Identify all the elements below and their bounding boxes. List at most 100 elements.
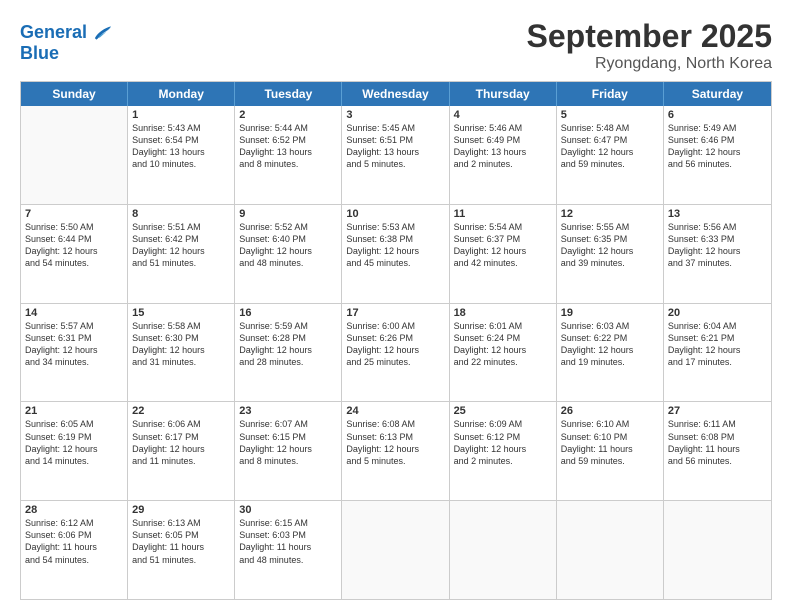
day-number: 13 xyxy=(668,208,767,220)
cell-l3: Daylight: 12 hours xyxy=(132,443,230,455)
cell-l2: Sunset: 6:22 PM xyxy=(561,332,659,344)
day-cell-7: 7Sunrise: 5:50 AMSunset: 6:44 PMDaylight… xyxy=(21,205,128,303)
header: General Blue September 2025 Ryongdang, N… xyxy=(20,18,772,73)
cell-l4: and 59 minutes. xyxy=(561,158,659,170)
logo-general: General xyxy=(20,22,87,42)
cell-l4: and 2 minutes. xyxy=(454,158,552,170)
header-day-wednesday: Wednesday xyxy=(342,82,449,106)
cell-l1: Sunrise: 5:50 AM xyxy=(25,221,123,233)
title-block: September 2025 Ryongdang, North Korea xyxy=(527,18,772,73)
cell-l2: Sunset: 6:37 PM xyxy=(454,233,552,245)
day-number: 4 xyxy=(454,109,552,121)
calendar-row-3: 21Sunrise: 6:05 AMSunset: 6:19 PMDayligh… xyxy=(21,402,771,501)
cell-l3: Daylight: 12 hours xyxy=(346,344,444,356)
cell-l2: Sunset: 6:17 PM xyxy=(132,431,230,443)
day-cell-28: 28Sunrise: 6:12 AMSunset: 6:06 PMDayligh… xyxy=(21,501,128,599)
cell-l1: Sunrise: 6:12 AM xyxy=(25,517,123,529)
cell-l1: Sunrise: 5:59 AM xyxy=(239,320,337,332)
cell-l4: and 28 minutes. xyxy=(239,356,337,368)
cell-l1: Sunrise: 5:58 AM xyxy=(132,320,230,332)
cell-l3: Daylight: 11 hours xyxy=(561,443,659,455)
cell-l2: Sunset: 6:52 PM xyxy=(239,134,337,146)
cell-l3: Daylight: 12 hours xyxy=(668,245,767,257)
cell-l2: Sunset: 6:15 PM xyxy=(239,431,337,443)
cell-l4: and 17 minutes. xyxy=(668,356,767,368)
cell-l3: Daylight: 12 hours xyxy=(239,344,337,356)
logo: General Blue xyxy=(20,22,111,64)
cell-l2: Sunset: 6:28 PM xyxy=(239,332,337,344)
cell-l1: Sunrise: 5:49 AM xyxy=(668,122,767,134)
day-cell-14: 14Sunrise: 5:57 AMSunset: 6:31 PMDayligh… xyxy=(21,304,128,402)
cell-l3: Daylight: 13 hours xyxy=(454,146,552,158)
cell-l1: Sunrise: 5:53 AM xyxy=(346,221,444,233)
day-cell-4: 4Sunrise: 5:46 AMSunset: 6:49 PMDaylight… xyxy=(450,106,557,204)
cell-l2: Sunset: 6:49 PM xyxy=(454,134,552,146)
cell-l4: and 37 minutes. xyxy=(668,257,767,269)
cell-l3: Daylight: 13 hours xyxy=(346,146,444,158)
cell-l3: Daylight: 12 hours xyxy=(132,245,230,257)
day-number: 2 xyxy=(239,109,337,121)
cell-l2: Sunset: 6:03 PM xyxy=(239,529,337,541)
cell-l1: Sunrise: 5:48 AM xyxy=(561,122,659,134)
logo-bird-icon xyxy=(89,22,111,44)
cell-l1: Sunrise: 6:08 AM xyxy=(346,418,444,430)
cell-l1: Sunrise: 5:44 AM xyxy=(239,122,337,134)
day-cell-9: 9Sunrise: 5:52 AMSunset: 6:40 PMDaylight… xyxy=(235,205,342,303)
cell-l1: Sunrise: 5:55 AM xyxy=(561,221,659,233)
day-number: 22 xyxy=(132,405,230,417)
day-number: 20 xyxy=(668,307,767,319)
cell-l2: Sunset: 6:38 PM xyxy=(346,233,444,245)
cell-l4: and 25 minutes. xyxy=(346,356,444,368)
cell-l1: Sunrise: 5:46 AM xyxy=(454,122,552,134)
cell-l3: Daylight: 12 hours xyxy=(561,344,659,356)
empty-cell xyxy=(21,106,128,204)
cell-l1: Sunrise: 6:10 AM xyxy=(561,418,659,430)
calendar-row-2: 14Sunrise: 5:57 AMSunset: 6:31 PMDayligh… xyxy=(21,304,771,403)
cell-l4: and 56 minutes. xyxy=(668,455,767,467)
day-number: 9 xyxy=(239,208,337,220)
cell-l2: Sunset: 6:05 PM xyxy=(132,529,230,541)
cell-l2: Sunset: 6:08 PM xyxy=(668,431,767,443)
header-day-tuesday: Tuesday xyxy=(235,82,342,106)
cell-l4: and 42 minutes. xyxy=(454,257,552,269)
cell-l1: Sunrise: 6:00 AM xyxy=(346,320,444,332)
empty-cell xyxy=(342,501,449,599)
cell-l3: Daylight: 12 hours xyxy=(25,344,123,356)
day-number: 28 xyxy=(25,504,123,516)
cell-l4: and 5 minutes. xyxy=(346,455,444,467)
cell-l4: and 48 minutes. xyxy=(239,554,337,566)
empty-cell xyxy=(450,501,557,599)
cell-l3: Daylight: 12 hours xyxy=(25,443,123,455)
cell-l4: and 2 minutes. xyxy=(454,455,552,467)
cell-l4: and 8 minutes. xyxy=(239,455,337,467)
page: General Blue September 2025 Ryongdang, N… xyxy=(0,0,792,612)
cell-l1: Sunrise: 6:01 AM xyxy=(454,320,552,332)
day-cell-19: 19Sunrise: 6:03 AMSunset: 6:22 PMDayligh… xyxy=(557,304,664,402)
cell-l1: Sunrise: 5:57 AM xyxy=(25,320,123,332)
day-number: 11 xyxy=(454,208,552,220)
cell-l3: Daylight: 12 hours xyxy=(668,146,767,158)
day-cell-24: 24Sunrise: 6:08 AMSunset: 6:13 PMDayligh… xyxy=(342,402,449,500)
cell-l3: Daylight: 12 hours xyxy=(454,344,552,356)
day-cell-5: 5Sunrise: 5:48 AMSunset: 6:47 PMDaylight… xyxy=(557,106,664,204)
cell-l1: Sunrise: 5:56 AM xyxy=(668,221,767,233)
cell-l4: and 48 minutes. xyxy=(239,257,337,269)
cell-l1: Sunrise: 6:13 AM xyxy=(132,517,230,529)
day-number: 30 xyxy=(239,504,337,516)
day-number: 26 xyxy=(561,405,659,417)
day-number: 8 xyxy=(132,208,230,220)
cell-l1: Sunrise: 6:04 AM xyxy=(668,320,767,332)
cell-l2: Sunset: 6:40 PM xyxy=(239,233,337,245)
day-number: 29 xyxy=(132,504,230,516)
cell-l4: and 59 minutes. xyxy=(561,455,659,467)
cell-l3: Daylight: 12 hours xyxy=(454,245,552,257)
cell-l3: Daylight: 12 hours xyxy=(25,245,123,257)
cell-l2: Sunset: 6:30 PM xyxy=(132,332,230,344)
empty-cell xyxy=(664,501,771,599)
cell-l1: Sunrise: 5:52 AM xyxy=(239,221,337,233)
day-cell-2: 2Sunrise: 5:44 AMSunset: 6:52 PMDaylight… xyxy=(235,106,342,204)
cell-l3: Daylight: 12 hours xyxy=(346,443,444,455)
empty-cell xyxy=(557,501,664,599)
day-cell-26: 26Sunrise: 6:10 AMSunset: 6:10 PMDayligh… xyxy=(557,402,664,500)
cell-l3: Daylight: 11 hours xyxy=(25,541,123,553)
